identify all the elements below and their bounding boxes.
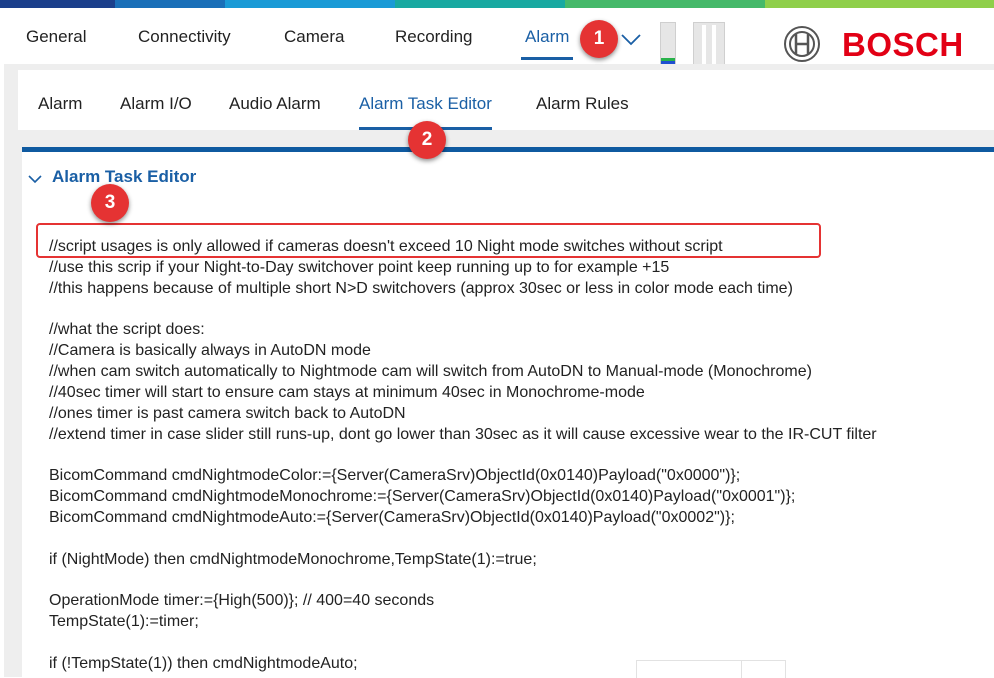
level-meter-secondary xyxy=(693,22,725,68)
chevron-down-icon[interactable] xyxy=(620,32,642,46)
annotation-badge-1: 1 xyxy=(580,20,618,58)
sub-tab-alarm-rules[interactable]: Alarm Rules xyxy=(536,70,629,130)
sub-tab-alarm-io[interactable]: Alarm I/O xyxy=(120,70,192,130)
main-tab-alarm[interactable]: Alarm xyxy=(520,8,574,64)
script-line[interactable] xyxy=(49,300,877,321)
script-line[interactable]: //40sec timer will start to ensure cam s… xyxy=(49,383,877,404)
script-line[interactable]: //extend timer in case slider still runs… xyxy=(49,425,877,446)
script-line[interactable]: if (NightMode) then cmdNightmodeMonochro… xyxy=(49,550,877,571)
highlight-box xyxy=(36,223,821,258)
script-line[interactable]: //use this scrip if your Night-to-Day sw… xyxy=(49,258,877,279)
main-tab-recording[interactable]: Recording xyxy=(395,8,473,64)
annotation-badge-3: 3 xyxy=(91,184,129,222)
script-line[interactable] xyxy=(49,445,877,466)
sub-nav: Alarm Alarm I/O Audio Alarm Alarm Task E… xyxy=(18,70,994,130)
section-title[interactable]: Alarm Task Editor xyxy=(52,167,196,187)
sub-tab-audio-alarm[interactable]: Audio Alarm xyxy=(229,70,321,130)
script-line[interactable]: //when cam switch automatically to Night… xyxy=(49,362,877,383)
script-line[interactable]: //this happens because of multiple short… xyxy=(49,279,877,300)
script-line[interactable]: BicomCommand cmdNightmodeAuto:={Server(C… xyxy=(49,508,877,529)
bosch-armature-logo-icon xyxy=(784,26,820,62)
sub-tab-alarm[interactable]: Alarm xyxy=(38,70,82,130)
script-line[interactable]: OperationMode timer:={High(500)}; // 400… xyxy=(49,591,877,612)
stripe-segment xyxy=(565,0,765,8)
panel-accent-bar xyxy=(22,147,994,152)
script-line[interactable]: //ones timer is past camera switch back … xyxy=(49,404,877,425)
main-tab-camera[interactable]: Camera xyxy=(284,8,344,64)
script-line[interactable]: //Camera is basically always in AutoDN m… xyxy=(49,341,877,362)
stripe-segment xyxy=(225,0,395,8)
main-tab-connectivity[interactable]: Connectivity xyxy=(138,8,231,64)
meter-gap xyxy=(702,25,706,65)
script-line[interactable]: //what the script does: xyxy=(49,320,877,341)
script-line[interactable] xyxy=(49,633,877,654)
script-line[interactable] xyxy=(49,571,877,592)
stripe-segment xyxy=(765,0,994,8)
main-tab-general[interactable]: General xyxy=(26,8,86,64)
annotation-badge-2: 2 xyxy=(408,121,446,159)
script-line[interactable]: BicomCommand cmdNightmodeColor:={Server(… xyxy=(49,466,877,487)
stripe-segment xyxy=(0,0,115,8)
audio-level-meter xyxy=(660,22,676,68)
brand-logo-text: BOSCH xyxy=(842,26,964,63)
divider xyxy=(741,661,742,678)
main-nav: General Connectivity Camera Recording Al… xyxy=(0,8,994,68)
stripe-segment xyxy=(395,0,565,8)
script-line[interactable]: BicomCommand cmdNightmodeMonochrome:={Se… xyxy=(49,487,877,508)
script-line[interactable]: TempState(1):=timer; xyxy=(49,612,877,633)
meter-gap xyxy=(712,25,716,65)
bottom-control[interactable] xyxy=(636,660,786,678)
chevron-down-icon[interactable] xyxy=(28,174,42,184)
brand-color-stripe xyxy=(0,0,994,8)
stripe-segment xyxy=(115,0,225,8)
script-editor[interactable]: //script usages is only allowed if camer… xyxy=(49,237,877,675)
script-line[interactable] xyxy=(49,529,877,550)
